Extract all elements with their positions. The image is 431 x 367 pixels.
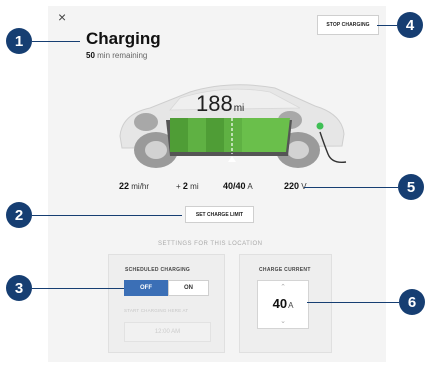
time-remaining: 50 min remaining bbox=[86, 51, 147, 60]
chevron-down-icon[interactable]: ⌄ bbox=[258, 318, 308, 325]
car-icon bbox=[119, 84, 347, 168]
callout-line-2 bbox=[32, 215, 182, 216]
charge-rate-value: 22 bbox=[119, 181, 130, 191]
callout-line-4 bbox=[377, 25, 397, 26]
callout-6: 6 bbox=[399, 289, 425, 315]
current-reading: 40/40 A bbox=[223, 181, 253, 191]
current-reading-value: 40/40 bbox=[223, 181, 246, 191]
callout-3: 3 bbox=[6, 275, 32, 301]
start-time-field[interactable]: 12:00 AM bbox=[124, 322, 211, 342]
range-unit: mi bbox=[233, 103, 245, 114]
settings-title: SETTINGS FOR THIS LOCATION bbox=[158, 241, 263, 247]
callout-line-3 bbox=[32, 288, 124, 289]
time-remaining-value: 50 bbox=[86, 51, 95, 60]
set-charge-limit-button[interactable]: SET CHARGE LIMIT bbox=[185, 206, 254, 223]
range-value: 188 bbox=[196, 91, 233, 116]
range-added-prefix: + bbox=[176, 182, 181, 191]
range-added-unit: mi bbox=[190, 182, 199, 191]
scheduled-charging-label: SCHEDULED CHARGING bbox=[125, 267, 191, 273]
battery-pack bbox=[166, 118, 292, 162]
current-reading-unit: A bbox=[247, 182, 253, 191]
callout-line-1 bbox=[32, 41, 80, 42]
page-title: Charging bbox=[86, 29, 161, 48]
chevron-up-icon[interactable]: ⌃ bbox=[258, 284, 308, 291]
scheduled-on-toggle[interactable]: ON bbox=[168, 280, 209, 296]
callout-5: 5 bbox=[398, 174, 424, 200]
scheduled-off-toggle[interactable]: OFF bbox=[124, 280, 168, 296]
voltage-value: 220 bbox=[284, 181, 300, 191]
range-added-value: 2 bbox=[182, 181, 188, 191]
time-remaining-text: min remaining bbox=[97, 51, 148, 60]
callout-1: 1 bbox=[6, 28, 32, 54]
callout-line-6 bbox=[307, 302, 399, 303]
charge-rate: 22 mi/hr bbox=[119, 181, 149, 191]
charge-current-stepper[interactable]: ⌃ 40A ⌄ bbox=[257, 280, 309, 329]
charge-current-unit: A bbox=[288, 301, 294, 310]
charge-current-label: CHARGE CURRENT bbox=[259, 267, 311, 273]
callout-line-5 bbox=[304, 187, 398, 188]
voltage-reading: 220 V bbox=[284, 181, 307, 191]
callout-2: 2 bbox=[6, 202, 32, 228]
range-display: 188mi bbox=[196, 91, 244, 117]
charge-rate-unit: mi/hr bbox=[131, 182, 150, 191]
stop-charging-button[interactable]: STOP CHARGING bbox=[317, 15, 379, 35]
charge-current-display: 40A bbox=[258, 296, 308, 311]
start-charging-label: START CHARGING HERE AT bbox=[124, 308, 189, 313]
charge-current-value: 40 bbox=[272, 296, 288, 311]
callout-4: 4 bbox=[397, 12, 423, 38]
close-icon[interactable]: × bbox=[58, 10, 66, 24]
range-added: + 2 mi bbox=[176, 181, 199, 191]
